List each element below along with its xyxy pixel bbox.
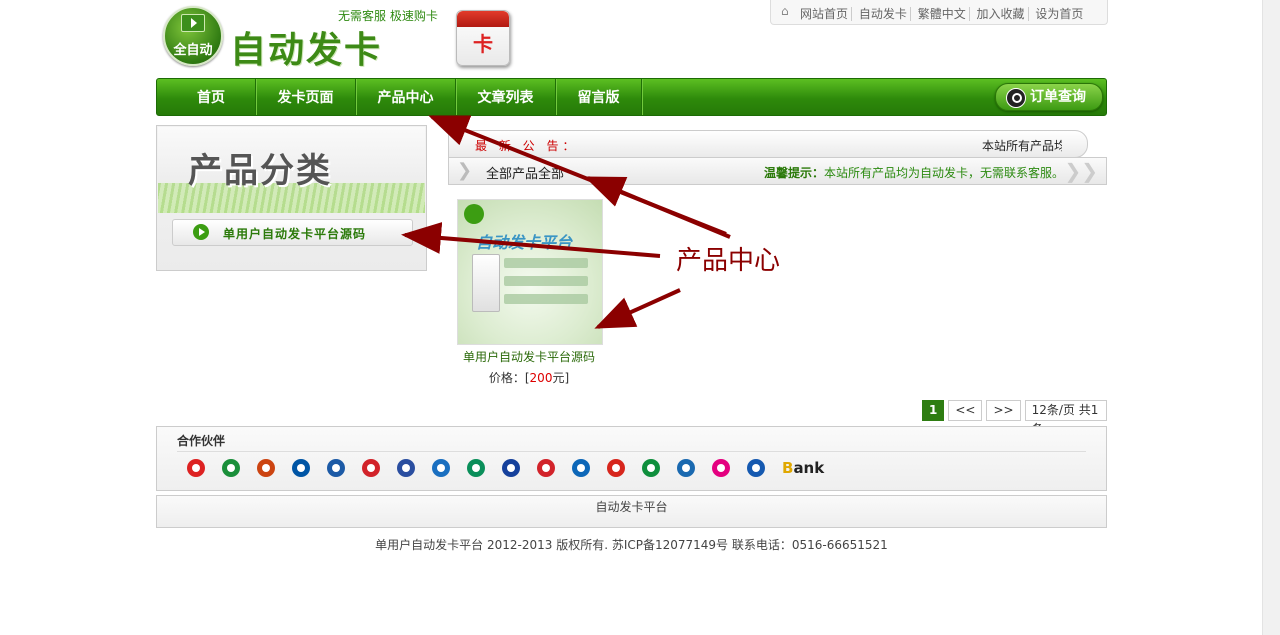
toplink-set-homepage[interactable]: 设为首页 xyxy=(1032,7,1086,21)
bank-logo-icon[interactable] xyxy=(257,459,275,477)
order-query-label: 订单查询 xyxy=(1030,89,1086,105)
partners-title: 合作伙伴 xyxy=(177,434,226,448)
breadcrumb-label: 全部产品全部 xyxy=(486,167,565,182)
footer-site-box: 自动发卡平台 xyxy=(156,495,1107,528)
home-icon: ⌂ xyxy=(781,4,789,18)
logo-slogan: 无需客服 极速购卡 xyxy=(338,9,438,23)
category-sidebar: 产品分类 单用户自动发卡平台源码 xyxy=(156,125,427,271)
bank-logo-icon[interactable] xyxy=(467,459,485,477)
bank-logo-icon[interactable] xyxy=(362,459,380,477)
page-summary: 12条/页 共1条 xyxy=(1024,400,1107,436)
bank-logo-icon[interactable] xyxy=(222,459,240,477)
bank-logo-icon[interactable] xyxy=(537,459,555,477)
chevron-double-right-icon: ❯❯ xyxy=(1064,159,1098,183)
logo-badge-icon: 全自动 xyxy=(163,6,223,66)
site-logo[interactable]: 全自动 自动发卡 无需客服 极速购卡 卡 xyxy=(160,3,510,71)
announcement-bar: 最 新 公 告： 本站所有产品均 xyxy=(448,130,1088,158)
page-prev-button[interactable]: << xyxy=(948,400,983,421)
toplink-add-favorite[interactable]: 加入收藏 xyxy=(973,7,1029,21)
bank-logo-icon[interactable] xyxy=(712,459,730,477)
play-icon xyxy=(193,224,209,240)
order-query-button[interactable]: 订单查询 xyxy=(995,83,1103,111)
annotation-label: 产品中心 xyxy=(676,246,781,276)
search-icon xyxy=(1006,88,1026,108)
chevron-right-icon: ❯ xyxy=(457,160,473,181)
announcement-text[interactable]: 本站所有产品均 xyxy=(982,137,1062,154)
product-name[interactable]: 单用户自动发卡平台源码 xyxy=(446,348,612,365)
tip-label: 温馨提示： xyxy=(763,166,824,180)
bank-logos: Bank xyxy=(187,459,824,477)
page-scrollbar[interactable] xyxy=(1262,0,1280,635)
bank-logo-text[interactable]: Bank xyxy=(782,459,824,477)
partners-box: 合作伙伴 Bank xyxy=(156,426,1107,491)
nav-item-card-page[interactable]: 发卡页面 xyxy=(256,79,356,115)
category-item[interactable]: 单用户自动发卡平台源码 xyxy=(172,219,413,246)
bank-logo-icon[interactable] xyxy=(397,459,415,477)
kiosk-icon xyxy=(472,254,500,312)
toplink-home[interactable]: 网站首页 xyxy=(797,7,853,21)
breadcrumb: ❯ 全部产品全部 温馨提示：本站所有产品均为自动发卡，无需联系客服。 ❯❯ xyxy=(448,157,1107,185)
category-title: 产品分类 xyxy=(188,151,332,191)
page-current[interactable]: 1 xyxy=(922,400,945,421)
arrow-to-crumb xyxy=(584,176,731,239)
bank-logo-icon[interactable] xyxy=(292,459,310,477)
nav-item-products[interactable]: 产品中心 xyxy=(356,79,456,115)
copyright: 单用户自动发卡平台 2012-2013 版权所有. 苏ICP备12077149号… xyxy=(375,538,888,552)
bank-logo-icon[interactable] xyxy=(327,459,345,477)
top-links-bar: ⌂ 网站首页 自动发卡 繁體中文 加入收藏 设为首页 xyxy=(770,0,1108,25)
arrow-to-product xyxy=(594,288,681,329)
bank-logo-icon[interactable] xyxy=(187,459,205,477)
footer-site-name: 自动发卡平台 xyxy=(595,500,668,514)
price-value: 200 xyxy=(529,371,553,385)
category-item-label: 单用户自动发卡平台源码 xyxy=(223,227,367,241)
toplink-auto-card[interactable]: 自动发卡 xyxy=(855,7,911,21)
logo-badge-text: 全自动 xyxy=(173,43,213,58)
toplink-traditional-chinese[interactable]: 繁體中文 xyxy=(914,7,970,21)
nav-item-home[interactable]: 首页 xyxy=(167,79,256,115)
main-nav: 首页 发卡页面 产品中心 文章列表 留言版 订单查询 xyxy=(156,78,1107,116)
bank-logo-icon[interactable] xyxy=(677,459,695,477)
bank-logo-icon[interactable] xyxy=(572,459,590,477)
bank-logo-icon[interactable] xyxy=(607,459,625,477)
pagination: 1 << >> 12条/页 共1条 xyxy=(922,400,1107,436)
nav-item-guestbook[interactable]: 留言版 xyxy=(556,79,642,115)
logo-title: 自动发卡 xyxy=(230,30,383,71)
category-banner: 产品分类 xyxy=(158,127,425,213)
bank-logo-icon[interactable] xyxy=(432,459,450,477)
price-label: 价格：[ xyxy=(488,371,530,385)
bank-logo-icon[interactable] xyxy=(747,459,765,477)
price-suffix: 元] xyxy=(552,371,570,385)
calendar-icon: 卡 xyxy=(456,10,510,66)
tip-body: 本站所有产品均为自动发卡，无需联系客服。 xyxy=(823,166,1064,180)
product-price: 价格：[200元] xyxy=(446,369,612,386)
bank-logo-icon[interactable] xyxy=(502,459,520,477)
bank-logo-icon[interactable] xyxy=(642,459,660,477)
product-image[interactable]: 自动发卡平台 xyxy=(457,199,603,345)
page-next-button[interactable]: >> xyxy=(986,400,1021,421)
announcement-label: 最 新 公 告： xyxy=(475,139,579,153)
product-badge-icon xyxy=(464,204,484,224)
nav-item-articles[interactable]: 文章列表 xyxy=(456,79,556,115)
product-image-title: 自动发卡平台 xyxy=(476,233,573,252)
tip-text: 温馨提示：本站所有产品均为自动发卡，无需联系客服。 xyxy=(764,164,1064,181)
